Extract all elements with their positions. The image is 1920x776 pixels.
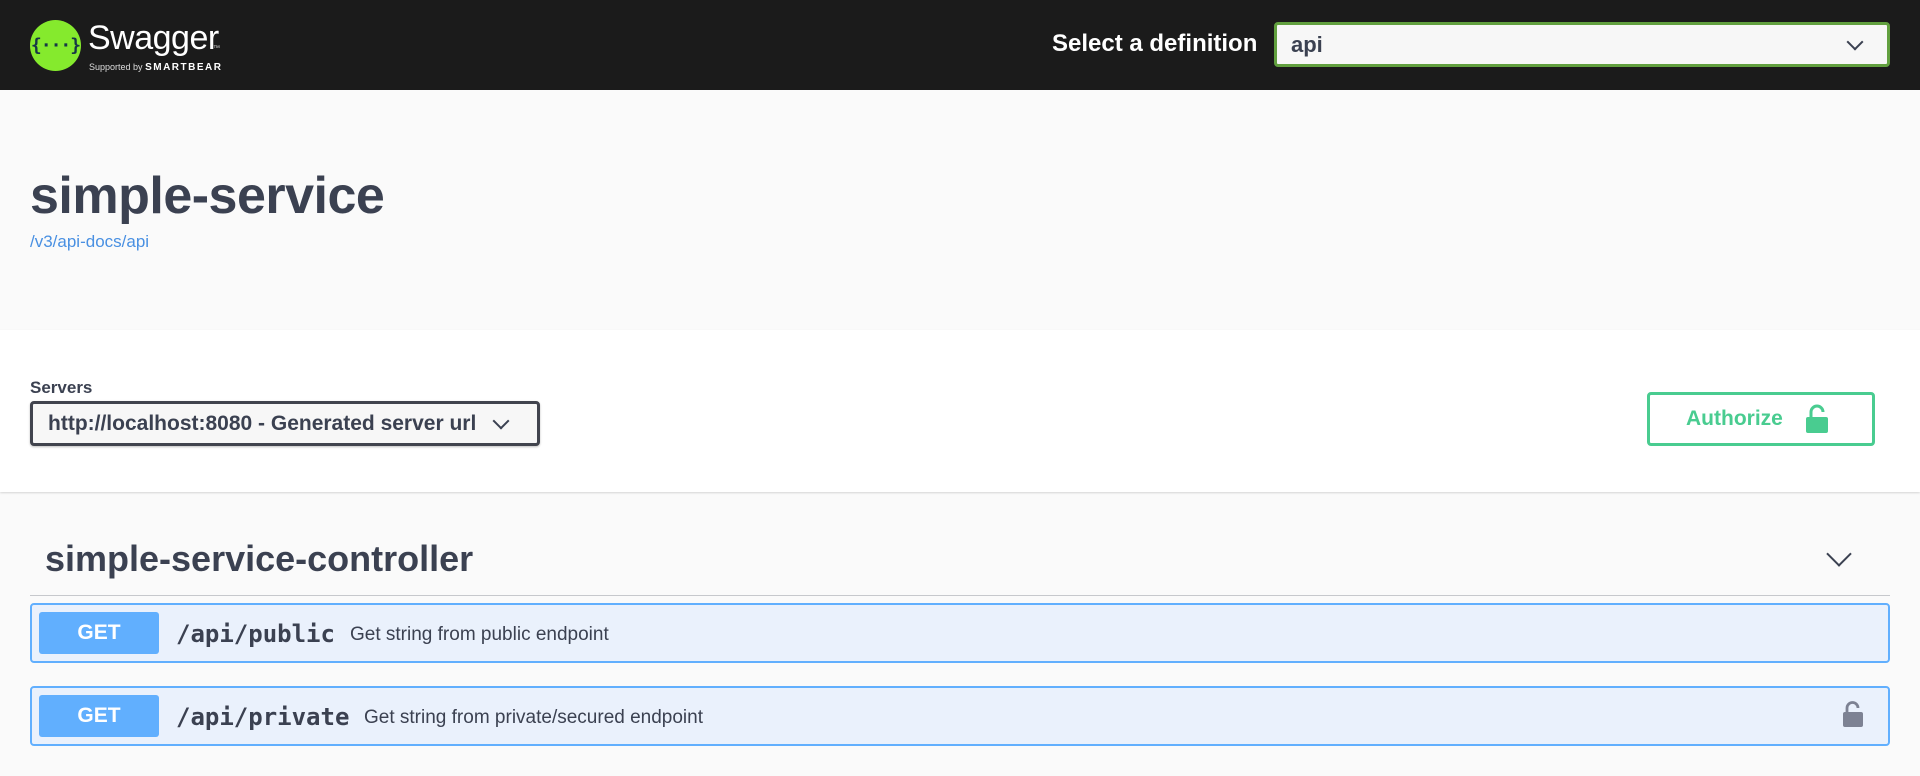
operation-get-api-public[interactable]: GET /api/public Get string from public e… [30, 603, 1890, 663]
authorize-button[interactable]: Authorize [1647, 392, 1875, 446]
definition-select[interactable]: api [1274, 22, 1890, 67]
operation-path: /api/private [176, 703, 350, 731]
servers-select-value: http://localhost:8080 - Generated server… [48, 411, 477, 435]
operation-summary: Get string from public endpoint [350, 624, 609, 645]
supported-by-text: Supported by [89, 62, 143, 72]
chevron-down-icon [1846, 33, 1864, 51]
scheme-container: Servers http://localhost:8080 - Generate… [0, 330, 1920, 492]
brand-trademark: ™ [213, 45, 220, 52]
unlocked-icon [1806, 404, 1828, 433]
smartbear-text: SMARTBEAR [145, 62, 223, 73]
servers-label: Servers [30, 378, 93, 397]
swagger-brand[interactable]: {···} Swagger ™ Supported by SMARTBEAR [30, 15, 248, 75]
brand-text: Swagger ™ Supported by SMARTBEAR [88, 15, 248, 75]
method-badge: GET [39, 612, 159, 654]
definition-select-value: api [1291, 31, 1323, 57]
method-badge: GET [39, 695, 159, 737]
unlocked-icon[interactable] [1842, 700, 1864, 728]
api-title: simple-service [30, 167, 385, 225]
chevron-down-icon[interactable] [1826, 541, 1852, 567]
operation-summary: Get string from private/secured endpoint [364, 707, 704, 728]
chevron-down-icon [492, 412, 510, 430]
operation-get-api-private[interactable]: GET /api/private Get string from private… [30, 686, 1890, 746]
api-docs-link[interactable]: /v3/api-docs/api [30, 232, 149, 252]
swagger-logo-icon: {···} [30, 19, 81, 71]
api-info: simple-service /v3/api-docs/api [0, 90, 1920, 330]
definition-label: Select a definition [1052, 30, 1258, 57]
tag-title: simple-service-controller [45, 538, 474, 579]
servers-select[interactable]: http://localhost:8080 - Generated server… [30, 401, 540, 446]
brand-name: Swagger [88, 19, 219, 57]
tag-section-header[interactable]: simple-service-controller [30, 520, 1890, 596]
operation-path: /api/public [176, 620, 335, 648]
authorize-label: Authorize [1686, 407, 1783, 430]
brand-subtitle: Supported by SMARTBEAR [89, 62, 222, 73]
topbar: {···} Swagger ™ Supported by SMARTBEAR S… [0, 0, 1920, 90]
